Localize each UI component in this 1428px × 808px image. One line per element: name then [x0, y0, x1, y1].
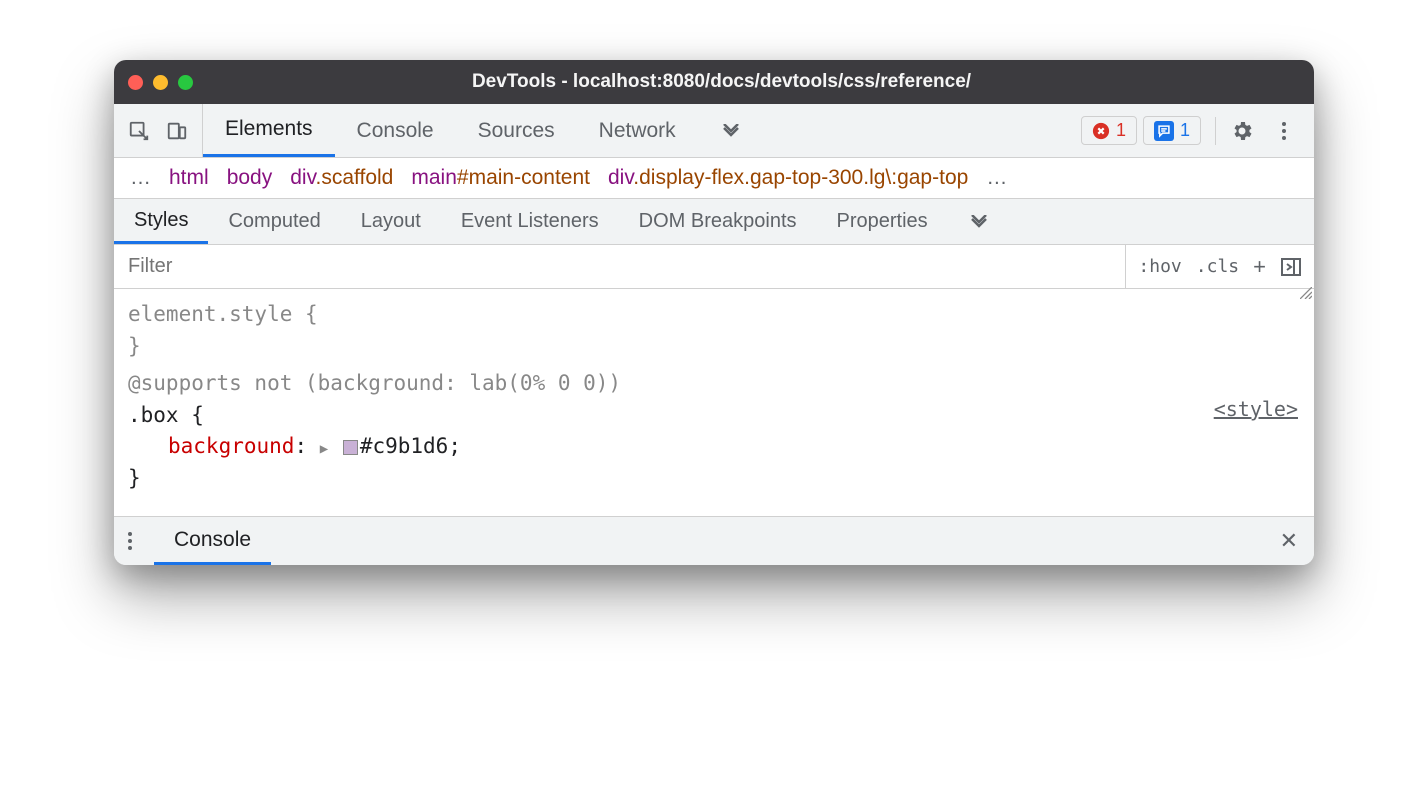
main-tabs: Elements Console Sources Network — [203, 104, 764, 157]
subtab-computed[interactable]: Computed — [208, 199, 340, 244]
drawer-tab-console[interactable]: Console — [154, 517, 271, 565]
breadcrumb-item[interactable]: body — [227, 166, 273, 190]
breadcrumb-item[interactable]: div.display-flex.gap-top-300.lg\:gap-top — [608, 166, 968, 190]
drawer: Console ✕ — [114, 517, 1314, 565]
element-style-rule[interactable]: element.style { } — [128, 299, 1300, 362]
cls-toggle[interactable]: .cls — [1196, 256, 1239, 277]
breadcrumb-item[interactable]: main#main-content — [411, 166, 590, 190]
drawer-menu-icon[interactable] — [114, 532, 146, 550]
breadcrumb-ellipsis-left[interactable]: … — [130, 166, 151, 190]
separator — [1215, 117, 1216, 145]
subtab-styles[interactable]: Styles — [114, 199, 208, 244]
issue-badges: 1 1 — [1081, 116, 1201, 145]
resize-corner-icon[interactable] — [1300, 287, 1312, 299]
tab-sources[interactable]: Sources — [456, 104, 577, 157]
expand-icon[interactable]: ▶ — [320, 441, 328, 457]
rule-close: } — [128, 331, 1300, 363]
new-rule-button[interactable]: + — [1253, 254, 1266, 280]
subtab-properties[interactable]: Properties — [817, 199, 948, 244]
tab-console[interactable]: Console — [335, 104, 456, 157]
subtab-layout[interactable]: Layout — [341, 199, 441, 244]
sidebar-toggle-icon[interactable] — [1280, 257, 1302, 277]
filter-input[interactable] — [114, 245, 1125, 288]
selector-text: .box { — [128, 400, 1300, 432]
tab-elements[interactable]: Elements — [203, 104, 335, 157]
error-badge[interactable]: 1 — [1081, 116, 1137, 145]
message-count: 1 — [1180, 120, 1190, 141]
message-badge[interactable]: 1 — [1143, 116, 1201, 145]
error-count: 1 — [1116, 120, 1126, 141]
subtab-dom-breakpoints[interactable]: DOM Breakpoints — [619, 199, 817, 244]
toolbar-left-group — [114, 104, 203, 157]
property-value: #c9b1d6 — [360, 434, 449, 458]
breadcrumb-item[interactable]: html — [169, 166, 209, 190]
property-row[interactable]: background: ▶ #c9b1d6; — [128, 431, 1300, 463]
more-subtabs-icon[interactable] — [948, 199, 1010, 244]
subtab-event-listeners[interactable]: Event Listeners — [441, 199, 619, 244]
styles-pane: element.style { } <style> @supports not … — [114, 289, 1314, 517]
filter-tools: :hov .cls + — [1125, 245, 1314, 288]
styles-filter-bar: :hov .cls + — [114, 245, 1314, 289]
hov-toggle[interactable]: :hov — [1138, 256, 1181, 277]
close-window-button[interactable] — [128, 75, 143, 90]
toolbar-right-group: 1 1 — [1067, 116, 1314, 145]
tab-network[interactable]: Network — [577, 104, 698, 157]
kebab-menu-icon[interactable] — [1268, 122, 1300, 140]
rule-header: element.style { — [128, 299, 1300, 331]
supports-clause: @supports not (background: lab(0% 0 0)) — [128, 371, 621, 395]
rule-close: } — [128, 463, 1300, 495]
window-title: DevTools - localhost:8080/docs/devtools/… — [143, 71, 1300, 93]
breadcrumb-ellipsis-right[interactable]: … — [986, 166, 1007, 190]
close-icon[interactable]: ✕ — [1264, 528, 1314, 554]
titlebar: DevTools - localhost:8080/docs/devtools/… — [114, 60, 1314, 104]
color-swatch-icon[interactable] — [343, 440, 358, 455]
property-name: background — [168, 434, 294, 458]
dom-breadcrumb: … html body div.scaffold main#main-conte… — [114, 158, 1314, 199]
error-icon — [1092, 122, 1110, 140]
more-tabs-icon[interactable] — [698, 104, 764, 157]
inspect-icon[interactable] — [128, 120, 150, 142]
gear-icon[interactable] — [1230, 119, 1254, 143]
styles-tabs: Styles Computed Layout Event Listeners D… — [114, 199, 1314, 245]
devtools-window: DevTools - localhost:8080/docs/devtools/… — [114, 60, 1314, 565]
message-icon — [1154, 121, 1174, 141]
breadcrumb-item[interactable]: div.scaffold — [290, 166, 393, 190]
device-toggle-icon[interactable] — [166, 120, 188, 142]
source-link[interactable]: <style> — [1214, 394, 1298, 424]
main-toolbar: Elements Console Sources Network 1 1 — [114, 104, 1314, 158]
box-rule[interactable]: <style> @supports not (background: lab(0… — [128, 368, 1300, 494]
